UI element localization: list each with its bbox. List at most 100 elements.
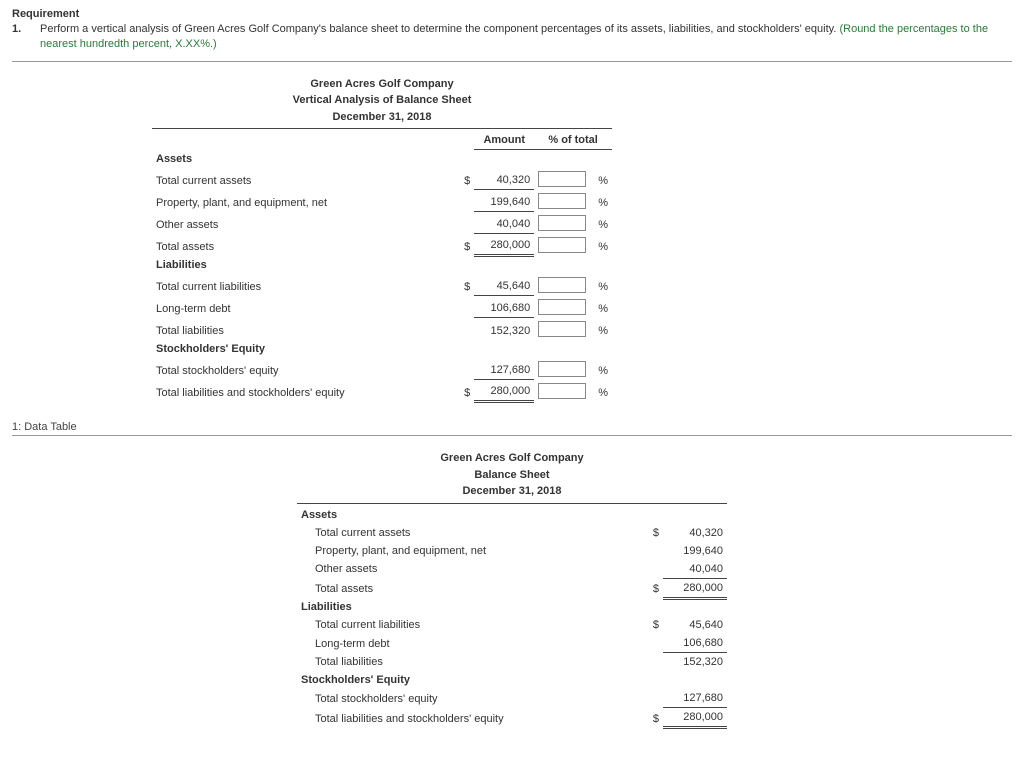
va-label: Total stockholders' equity — [152, 358, 460, 380]
pct-input-ta[interactable] — [538, 237, 586, 253]
va-amount: 127,680 — [474, 358, 534, 380]
bs-label: Long-term debt — [297, 634, 649, 653]
va-header-row: Amount % of total — [152, 131, 612, 150]
bs-label: Total current assets — [297, 524, 649, 542]
currency-symbol: $ — [649, 524, 663, 542]
bs-label: Total current liabilities — [297, 616, 649, 634]
va-title: Vertical Analysis of Balance Sheet — [152, 92, 612, 109]
va-label: Property, plant, and equipment, net — [152, 190, 460, 212]
pct-symbol: % — [594, 190, 612, 212]
va-row-ta: Total assets $ 280,000 % — [152, 234, 612, 256]
currency-symbol: $ — [649, 578, 663, 598]
vertical-analysis-table: Green Acres Golf Company Vertical Analys… — [152, 76, 612, 404]
bs-amount: 152,320 — [663, 653, 727, 672]
col-amount: Amount — [474, 131, 534, 150]
bs-row-ta: Total assets $ 280,000 — [297, 578, 727, 598]
divider — [12, 435, 1012, 436]
bs-amount: 106,680 — [663, 634, 727, 653]
bs-section-equity: Stockholders' Equity — [297, 671, 649, 689]
bs-amount: 199,640 — [663, 542, 727, 560]
va-label: Total liabilities — [152, 318, 460, 340]
pct-symbol: % — [594, 168, 612, 190]
currency-symbol: $ — [460, 274, 474, 296]
bs-amount: 280,000 — [663, 578, 727, 598]
pct-input-tse[interactable] — [538, 361, 586, 377]
bs-amount: 127,680 — [663, 689, 727, 708]
pct-symbol: % — [594, 318, 612, 340]
bs-label: Total liabilities and stockholders' equi… — [297, 708, 649, 728]
pct-input-tl[interactable] — [538, 321, 586, 337]
bs-row-oa: Other assets 40,040 — [297, 560, 727, 579]
col-pct: % of total — [534, 131, 612, 150]
va-date: December 31, 2018 — [152, 109, 612, 130]
pct-input-tca[interactable] — [538, 171, 586, 187]
bs-row-ltd: Long-term debt 106,680 — [297, 634, 727, 653]
va-amount: 280,000 — [474, 234, 534, 256]
va-row-tse: Total stockholders' equity 127,680 % — [152, 358, 612, 380]
va-amount: 199,640 — [474, 190, 534, 212]
requirement-body: Perform a vertical analysis of Green Acr… — [40, 23, 839, 35]
divider — [12, 61, 1012, 62]
pct-input-tcl[interactable] — [538, 277, 586, 293]
bs-row-tl: Total liabilities 152,320 — [297, 653, 727, 672]
data-table-label: 1: Data Table — [12, 421, 1012, 433]
va-amount: 40,320 — [474, 168, 534, 190]
va-label: Total assets — [152, 234, 460, 256]
bs-row-tlse: Total liabilities and stockholders' equi… — [297, 708, 727, 728]
currency-symbol: $ — [460, 380, 474, 402]
va-amount: 280,000 — [474, 380, 534, 402]
currency-symbol: $ — [649, 616, 663, 634]
bs-amount: 280,000 — [663, 708, 727, 728]
section-liabilities: Liabilities — [152, 256, 460, 274]
va-amount: 106,680 — [474, 296, 534, 318]
requirement-number: 1. — [12, 22, 26, 53]
bs-date: December 31, 2018 — [297, 483, 727, 504]
va-amount: 40,040 — [474, 212, 534, 234]
pct-symbol: % — [594, 358, 612, 380]
va-amount: 45,640 — [474, 274, 534, 296]
va-label: Other assets — [152, 212, 460, 234]
currency-symbol: $ — [460, 234, 474, 256]
pct-input-ppe[interactable] — [538, 193, 586, 209]
requirement-row: 1. Perform a vertical analysis of Green … — [12, 22, 1012, 53]
section-equity: Stockholders' Equity — [152, 340, 460, 358]
bs-label: Total stockholders' equity — [297, 689, 649, 708]
bs-amount: 45,640 — [663, 616, 727, 634]
bs-amount: 40,040 — [663, 560, 727, 579]
balance-sheet-table: Green Acres Golf Company Balance Sheet D… — [297, 450, 727, 729]
va-row-ltd: Long-term debt 106,680 % — [152, 296, 612, 318]
pct-input-tlse[interactable] — [538, 383, 586, 399]
pct-symbol: % — [594, 296, 612, 318]
bs-label: Property, plant, and equipment, net — [297, 542, 649, 560]
va-row-tl: Total liabilities 152,320 % — [152, 318, 612, 340]
bs-row-tca: Total current assets $ 40,320 — [297, 524, 727, 542]
bs-amount: 40,320 — [663, 524, 727, 542]
va-label: Total liabilities and stockholders' equi… — [152, 380, 460, 402]
requirement-heading: Requirement — [12, 8, 1012, 20]
pct-symbol: % — [594, 274, 612, 296]
bs-section-liabilities: Liabilities — [297, 598, 649, 616]
bs-row-tse: Total stockholders' equity 127,680 — [297, 689, 727, 708]
va-row-ppe: Property, plant, and equipment, net 199,… — [152, 190, 612, 212]
va-row-oa: Other assets 40,040 % — [152, 212, 612, 234]
bs-label: Other assets — [297, 560, 649, 579]
va-row-tca: Total current assets $ 40,320 % — [152, 168, 612, 190]
pct-symbol: % — [594, 212, 612, 234]
va-label: Long-term debt — [152, 296, 460, 318]
va-company: Green Acres Golf Company — [152, 76, 612, 93]
va-label: Total current assets — [152, 168, 460, 190]
bs-company: Green Acres Golf Company — [297, 450, 727, 467]
bs-row-ppe: Property, plant, and equipment, net 199,… — [297, 542, 727, 560]
pct-symbol: % — [594, 234, 612, 256]
pct-symbol: % — [594, 380, 612, 402]
va-amount: 152,320 — [474, 318, 534, 340]
requirement-text: Perform a vertical analysis of Green Acr… — [40, 22, 1012, 53]
currency-symbol: $ — [460, 168, 474, 190]
pct-input-oa[interactable] — [538, 215, 586, 231]
currency-symbol: $ — [649, 708, 663, 728]
bs-row-tcl: Total current liabilities $ 45,640 — [297, 616, 727, 634]
bs-label: Total liabilities — [297, 653, 649, 672]
va-label: Total current liabilities — [152, 274, 460, 296]
va-row-tcl: Total current liabilities $ 45,640 % — [152, 274, 612, 296]
pct-input-ltd[interactable] — [538, 299, 586, 315]
